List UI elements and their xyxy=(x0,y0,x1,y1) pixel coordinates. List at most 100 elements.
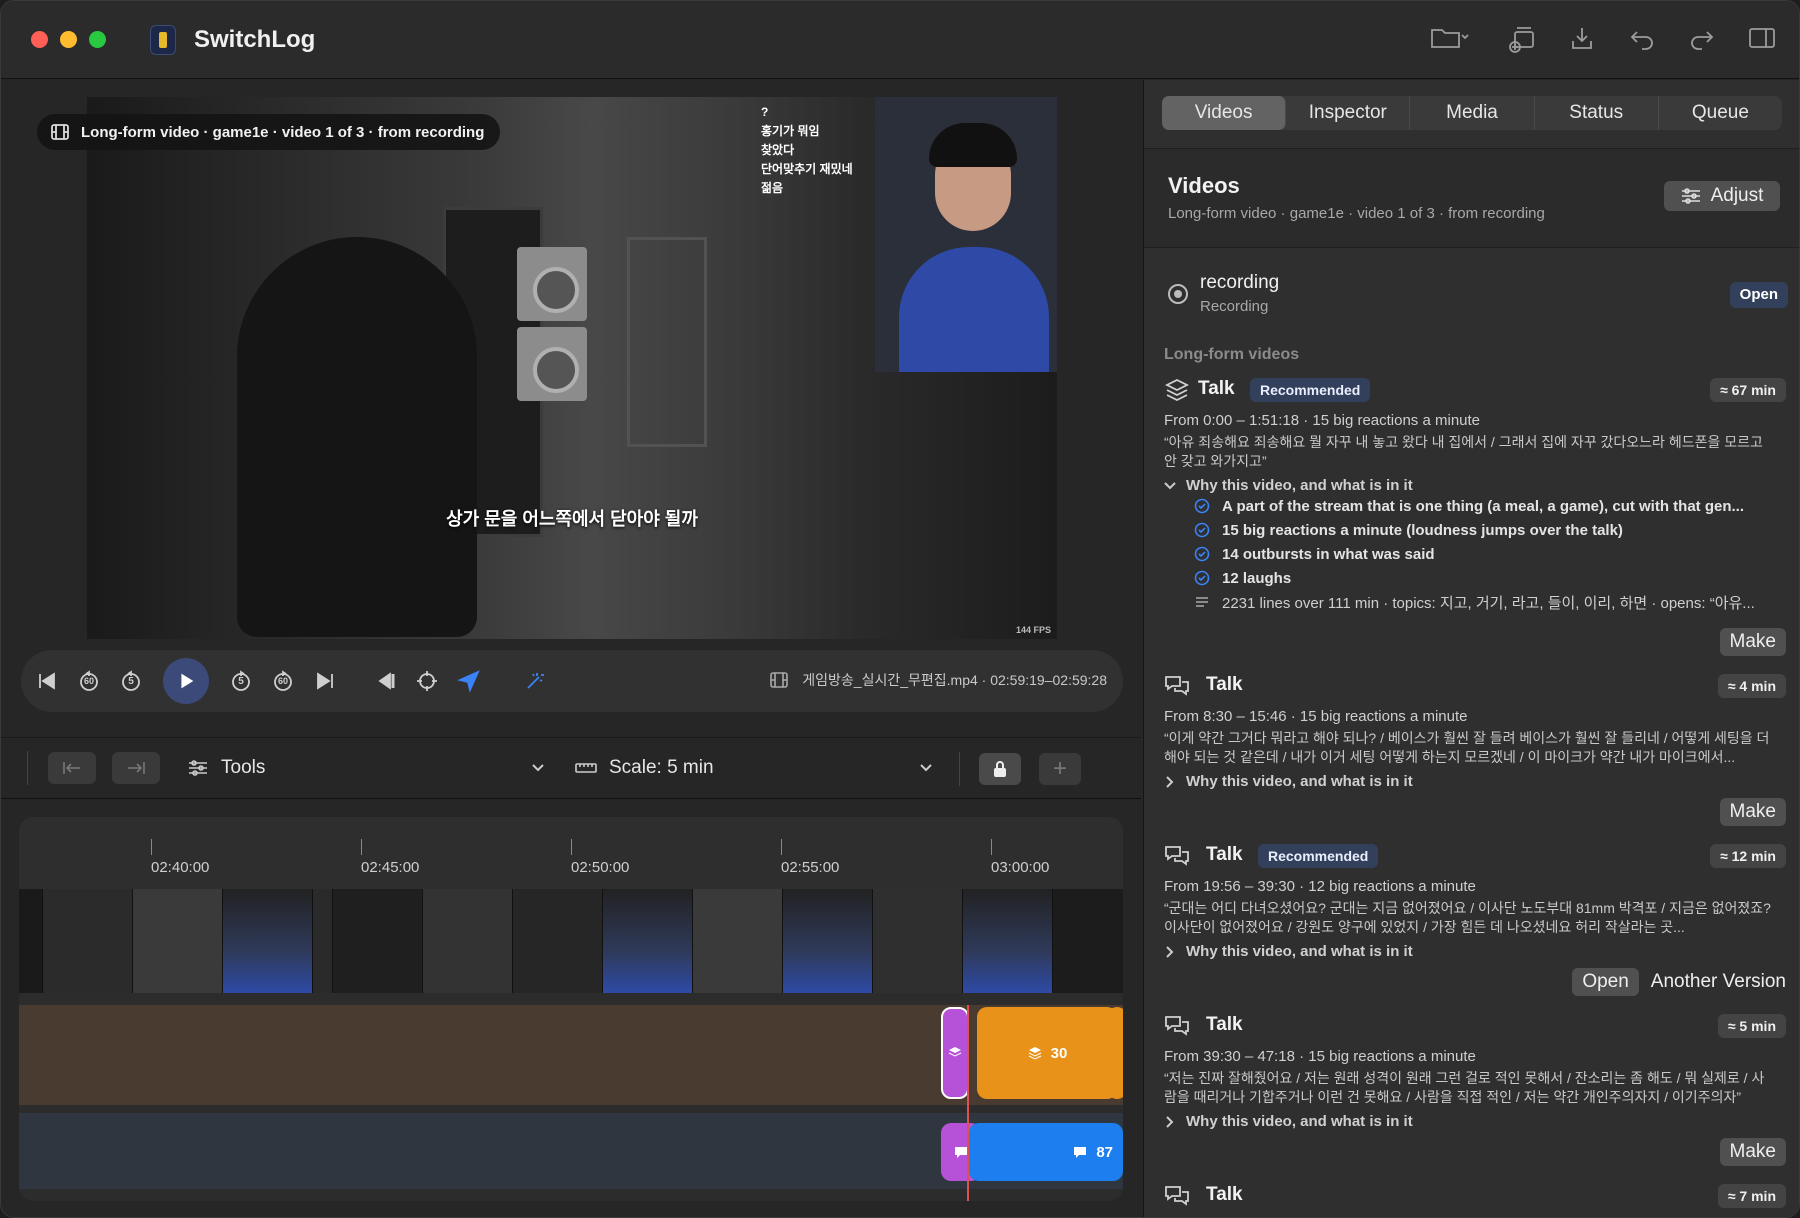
minimize-window-button[interactable] xyxy=(60,31,77,48)
skip-forward-5-button[interactable]: 5 xyxy=(223,663,259,699)
tab-inspector[interactable]: Inspector xyxy=(1286,96,1411,130)
scale-dropdown[interactable]: Scale: 5 min xyxy=(575,757,932,779)
lock-button[interactable] xyxy=(979,753,1021,785)
card-header: Talk ≈ 4 min xyxy=(1164,672,1786,702)
recommended-badge: Recommended xyxy=(1250,378,1371,402)
skip-back-60-button[interactable]: 60 xyxy=(71,663,107,699)
video-card[interactable]: Talk ≈ 4 min From 8:30 – 15:46 · 15 big … xyxy=(1164,672,1786,826)
adjust-button[interactable]: Adjust xyxy=(1664,181,1780,211)
tab-media[interactable]: Media xyxy=(1410,96,1535,130)
film-icon xyxy=(51,124,69,140)
chat-line: 단어맞추기 재밌네 xyxy=(761,162,853,176)
panel-title: Videos xyxy=(1168,173,1240,198)
selected-clip[interactable] xyxy=(941,1007,969,1099)
add-media-button[interactable] xyxy=(1505,21,1539,55)
tab-videos[interactable]: Videos xyxy=(1162,96,1287,130)
videos-header: Videos Long-form video · game1e · video … xyxy=(1144,148,1799,248)
zoom-window-button[interactable] xyxy=(89,31,106,48)
video-card[interactable]: Talk Recommended ≈ 12 min From 19:56 – 3… xyxy=(1164,842,1786,996)
video-info-text: Long-form video · game1e · video 1 of 3 … xyxy=(81,123,485,141)
transport-controls: 60 5 5 60 게임방송_실시간_무편집.mp4 · 02:59:19–02… xyxy=(21,650,1123,712)
panel-tabs: Videos Inspector Media Status Queue xyxy=(1162,96,1782,130)
redo-icon xyxy=(1691,31,1714,50)
right-panel: Videos Inspector Media Status Queue Vide… xyxy=(1143,80,1799,1217)
duration-badge: ≈ 7 min xyxy=(1717,1184,1786,1208)
export-button[interactable] xyxy=(1565,21,1599,55)
card-title: Talk xyxy=(1206,844,1243,865)
video-preview[interactable]: ? 홍기가 뭐임 찾았다 단어맞추기 재밌네 젊음 상가 문을 어느쪽에서 닫아… xyxy=(87,97,1057,639)
recording-row[interactable]: recording Recording Open xyxy=(1168,272,1788,318)
talk-clip-next[interactable] xyxy=(1107,1007,1123,1099)
open-version-button[interactable]: Open xyxy=(1572,968,1639,996)
card-title: Talk xyxy=(1206,1184,1243,1205)
play-button[interactable] xyxy=(163,658,209,704)
check-circle-icon xyxy=(1194,570,1210,586)
card-header: Talk ≈ 7 min xyxy=(1164,1182,1786,1212)
chevron-right-icon xyxy=(1166,1115,1174,1128)
magic-button[interactable] xyxy=(517,663,553,699)
toolbar-divider xyxy=(27,751,28,785)
undo-button[interactable] xyxy=(1625,21,1659,55)
tab-queue[interactable]: Queue xyxy=(1659,96,1782,130)
chevron-right-icon xyxy=(1166,945,1174,958)
jump-to-start-button[interactable] xyxy=(48,752,96,784)
ruler-icon xyxy=(575,763,597,773)
video-info-badge: Long-form video · game1e · video 1 of 3 … xyxy=(37,114,501,150)
video-subtitle: 상가 문을 어느쪽에서 닫아야 될까 xyxy=(446,509,698,529)
redo-button[interactable] xyxy=(1685,21,1719,55)
card-quote: “저는 진짜 잘해줬어요 / 저는 원래 성격이 원래 그런 걸로 적인 못해서… xyxy=(1164,1070,1765,1105)
make-button[interactable]: Make xyxy=(1719,1138,1786,1166)
playhead[interactable] xyxy=(967,1005,969,1201)
skip-forward-60-button[interactable]: 60 xyxy=(265,663,301,699)
play-icon xyxy=(181,673,194,689)
video-card[interactable]: Talk ≈ 7 min xyxy=(1164,1182,1786,1217)
why-disclosure[interactable]: Why this video, and what is in it xyxy=(1164,943,1786,960)
add-track-button[interactable]: + xyxy=(1039,753,1081,785)
make-button[interactable]: Make xyxy=(1719,628,1786,656)
filmstrip-frame xyxy=(963,889,1053,993)
skip-end-icon xyxy=(317,672,333,690)
tools-dropdown[interactable]: Tools xyxy=(187,757,544,779)
time-ruler[interactable]: 02:40:00 02:45:00 02:50:00 02:55:00 03:0… xyxy=(19,817,1123,889)
webcam-overlay xyxy=(875,97,1057,372)
recording-name: recording xyxy=(1200,272,1280,293)
timeline[interactable]: 02:40:00 02:45:00 02:50:00 02:55:00 03:0… xyxy=(19,817,1123,1201)
why-label: Why this video, and what is in it xyxy=(1186,773,1413,790)
check-circle-icon xyxy=(1194,522,1210,538)
filmstrip-frame xyxy=(603,889,693,993)
toggle-sidebar-button[interactable] xyxy=(1745,21,1779,55)
ruler-tick xyxy=(991,839,992,855)
chat-clip[interactable]: 87 xyxy=(969,1123,1123,1181)
version-actions: Open Another Version xyxy=(1572,968,1786,996)
tab-status[interactable]: Status xyxy=(1535,96,1659,130)
skip-back-60-label: 60 xyxy=(83,676,94,686)
jump-to-end-button[interactable] xyxy=(112,752,160,784)
go-to-end-button[interactable] xyxy=(307,663,343,699)
card-header: Talk Recommended ≈ 12 min xyxy=(1164,842,1786,872)
app-logo-icon xyxy=(150,24,176,55)
another-version-link[interactable]: Another Version xyxy=(1651,971,1786,993)
why-disclosure[interactable]: Why this video, and what is in it xyxy=(1164,773,1786,790)
target-button[interactable] xyxy=(409,663,445,699)
check-circle-icon xyxy=(1194,546,1210,562)
reason-text: 15 big reactions a minute (loudness jump… xyxy=(1222,521,1623,539)
app-window: SwitchLog ? 홍기가 뭐임 찾았다 단어맞추기 재밌네 젊음 상가 문… xyxy=(0,0,1800,1218)
video-filmstrip[interactable] xyxy=(19,889,1123,993)
open-recording-button[interactable]: Open xyxy=(1729,282,1788,308)
video-card[interactable]: Talk Recommended ≈ 67 min From 0:00 – 1:… xyxy=(1164,376,1786,656)
filmstrip-frame xyxy=(783,889,873,993)
follow-playhead-button[interactable] xyxy=(451,663,487,699)
previous-frame-button[interactable] xyxy=(367,663,403,699)
make-button[interactable]: Make xyxy=(1719,798,1786,826)
video-card[interactable]: Talk ≈ 5 min From 39:30 – 47:18 · 15 big… xyxy=(1164,1012,1786,1166)
close-window-button[interactable] xyxy=(31,31,48,48)
skip-back-5-button[interactable]: 5 xyxy=(113,663,149,699)
talk-clip[interactable]: 30 xyxy=(977,1007,1117,1099)
location-arrow-icon xyxy=(457,670,480,693)
why-disclosure[interactable]: Why this video, and what is in it xyxy=(1164,1113,1786,1130)
webcam-person-hair xyxy=(929,123,1017,167)
open-folder-button[interactable] xyxy=(1419,21,1479,55)
why-disclosure[interactable]: Why this video, and what is in it xyxy=(1164,477,1786,494)
ruler-tick-label: 02:55:00 xyxy=(781,859,840,876)
go-to-start-button[interactable] xyxy=(29,663,65,699)
